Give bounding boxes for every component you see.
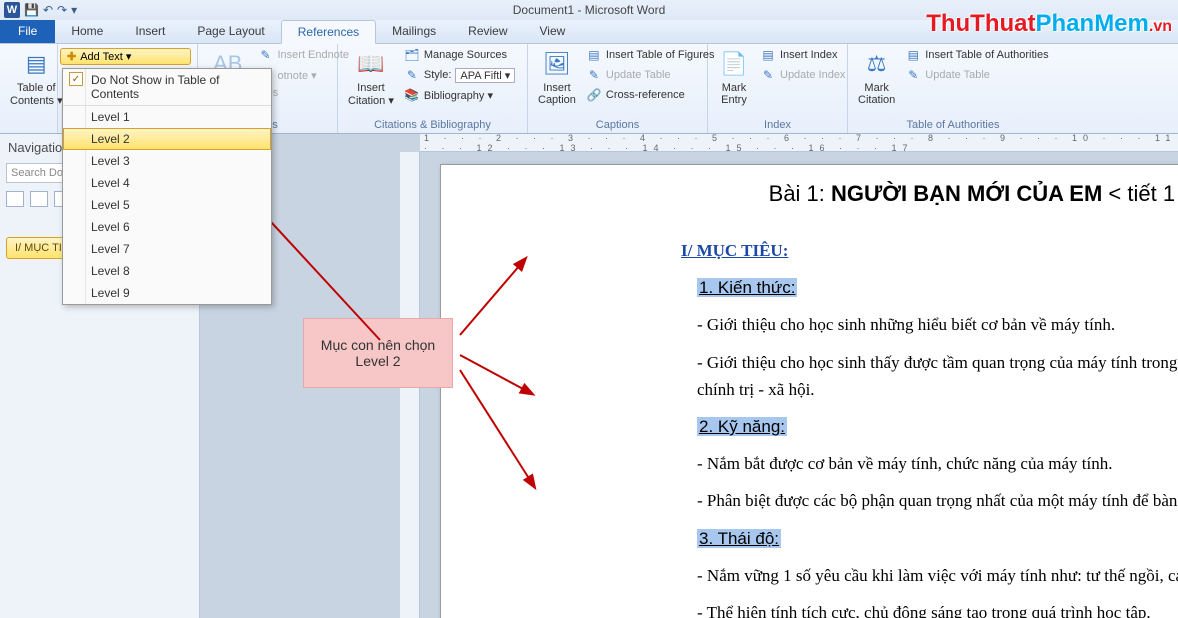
dropdown-level-2[interactable]: Level 2 [63, 128, 271, 150]
tab-view[interactable]: View [524, 19, 582, 43]
watermark: ThuThuatPhanMem.vn [926, 10, 1172, 38]
doc-p4: - Phân biệt được các bộ phận quan trọng … [681, 487, 1178, 514]
annotation-callout: Mục con nên chọn Level 2 [303, 318, 453, 388]
doc-p2: - Giới thiệu cho học sinh thấy được tầm … [441, 349, 1178, 403]
update-captions-icon: ✎ [586, 67, 602, 83]
document-page[interactable]: Bài 1: NGƯỜI BẠN MỚI CỦA EM < tiết 1 + 2… [440, 164, 1178, 618]
doc-heading: Bài 1: NGƯỜI BẠN MỚI CỦA EM < tiết 1 + 2… [681, 181, 1178, 207]
quick-access-toolbar: W 💾 ↶ ↷ ▾ [0, 2, 77, 18]
tab-page-layout[interactable]: Page Layout [181, 19, 280, 43]
dropdown-do-not-show[interactable]: ✓ Do Not Show in Table of Contents [63, 69, 271, 106]
insert-citation-button[interactable]: 📖 Insert Citation ▾ [344, 46, 398, 109]
dropdown-level-9[interactable]: Level 9 [63, 282, 271, 304]
qat-dropdown-icon[interactable]: ▾ [71, 3, 77, 17]
insert-caption-button[interactable]: 🖼 Insert Caption [534, 46, 580, 108]
mark-citation-icon: ⚖ [861, 48, 893, 80]
toc-icon: ▤ [20, 48, 52, 80]
doc-p3: - Nắm bắt được cơ bản về máy tính, chức … [681, 450, 1178, 477]
insert-toa-button[interactable]: ▤Insert Table of Authorities [903, 46, 1050, 64]
bibliography-icon: 📚 [404, 87, 420, 103]
group-index: 📄 Mark Entry ▤Insert Index ✎Update Index… [708, 44, 848, 133]
dropdown-level-7[interactable]: Level 7 [63, 238, 271, 260]
endnote-icon: ✎ [257, 47, 273, 63]
group-toc: ▤ Table of Contents ▾ [0, 44, 58, 133]
group-title-citations: Citations & Bibliography [344, 117, 521, 133]
update-index-button[interactable]: ✎Update Index [758, 66, 847, 84]
horizontal-ruler[interactable]: 1 · · · 2 · · · 3 · · · 4 · · · 5 · · · … [420, 134, 1178, 152]
tab-review[interactable]: Review [452, 19, 523, 43]
redo-icon[interactable]: ↷ [57, 3, 67, 17]
word-icon: W [4, 2, 20, 18]
save-icon[interactable]: 💾 [24, 3, 39, 17]
insert-index-button[interactable]: ▤Insert Index [758, 46, 847, 64]
doc-sub-1: 1. Kiến thức: [697, 278, 797, 297]
dropdown-level-4[interactable]: Level 4 [63, 172, 271, 194]
dropdown-level-8[interactable]: Level 8 [63, 260, 271, 282]
tab-mailings[interactable]: Mailings [376, 19, 452, 43]
tof-icon: ▤ [586, 47, 602, 63]
insert-index-icon: ▤ [760, 47, 776, 63]
manage-sources-icon: 🗂 [404, 47, 420, 63]
doc-sub-2: 2. Kỹ năng: [697, 417, 787, 436]
doc-p6: - Thể hiện tính tích cực, chủ động sáng … [681, 599, 1178, 618]
doc-sub-3: 3. Thái độ: [697, 529, 781, 548]
dropdown-level-5[interactable]: Level 5 [63, 194, 271, 216]
add-text-dropdown: ✓ Do Not Show in Table of Contents Level… [62, 68, 272, 305]
update-toa-button[interactable]: ✎Update Table [903, 66, 1050, 84]
dropdown-level-3[interactable]: Level 3 [63, 150, 271, 172]
plus-icon: ✚ [67, 50, 76, 63]
tab-home[interactable]: Home [55, 19, 119, 43]
insert-endnote-button[interactable]: ✎Insert Endnote [255, 46, 351, 64]
tab-references[interactable]: References [281, 20, 376, 44]
title-bar: W 💾 ↶ ↷ ▾ Document1 - Microsoft Word Thu… [0, 0, 1178, 20]
doc-p5: - Nắm vững 1 số yêu cầu khi làm việc với… [441, 562, 1178, 589]
ribbon: ▤ Table of Contents ▾ ✚ Add Text ▾ ✎ Upd… [0, 44, 1178, 134]
mark-entry-icon: 📄 [718, 48, 750, 80]
dropdown-level-1[interactable]: Level 1 [63, 106, 271, 128]
cross-reference-button[interactable]: 🔗Cross-reference [584, 86, 717, 104]
doc-p1: - Giới thiệu cho học sinh những hiểu biế… [681, 311, 1178, 338]
group-citations: 📖 Insert Citation ▾ 🗂Manage Sources ✎Sty… [338, 44, 528, 133]
mark-citation-button[interactable]: ⚖ Mark Citation [854, 46, 899, 108]
add-text-button[interactable]: ✚ Add Text ▾ [60, 48, 191, 65]
nav-view-headings-icon[interactable] [6, 191, 24, 207]
citation-style-select[interactable]: ✎Style: APA Fiftl ▾ [402, 66, 517, 84]
bibliography-button[interactable]: 📚Bibliography ▾ [402, 86, 517, 104]
file-tab[interactable]: File [0, 19, 55, 43]
group-title-index: Index [714, 117, 841, 133]
update-index-icon: ✎ [760, 67, 776, 83]
mark-entry-button[interactable]: 📄 Mark Entry [714, 46, 754, 108]
tab-insert[interactable]: Insert [119, 19, 181, 43]
insert-toa-icon: ▤ [905, 47, 921, 63]
citation-icon: 📖 [355, 48, 387, 80]
checkmark-icon: ✓ [69, 72, 83, 86]
window-title: Document1 - Microsoft Word [513, 3, 666, 17]
group-title-toa: Table of Authorities [854, 117, 1052, 133]
doc-section-1: I/ MỤC TIÊU: [681, 237, 1178, 264]
group-toc-options: ✚ Add Text ▾ ✎ Update Table Table of Con… [58, 44, 198, 133]
style-icon: ✎ [404, 67, 420, 83]
undo-icon[interactable]: ↶ [43, 3, 53, 17]
group-toa: ⚖ Mark Citation ▤Insert Table of Authori… [848, 44, 1058, 133]
group-title-captions: Captions [534, 117, 701, 133]
caption-icon: 🖼 [541, 48, 573, 80]
crossref-icon: 🔗 [586, 87, 602, 103]
dropdown-level-6[interactable]: Level 6 [63, 216, 271, 238]
manage-sources-button[interactable]: 🗂Manage Sources [402, 46, 517, 64]
update-toa-icon: ✎ [905, 67, 921, 83]
insert-tof-button[interactable]: ▤Insert Table of Figures [584, 46, 717, 64]
group-captions: 🖼 Insert Caption ▤Insert Table of Figure… [528, 44, 708, 133]
update-captions-button[interactable]: ✎Update Table [584, 66, 717, 84]
nav-view-pages-icon[interactable] [30, 191, 48, 207]
